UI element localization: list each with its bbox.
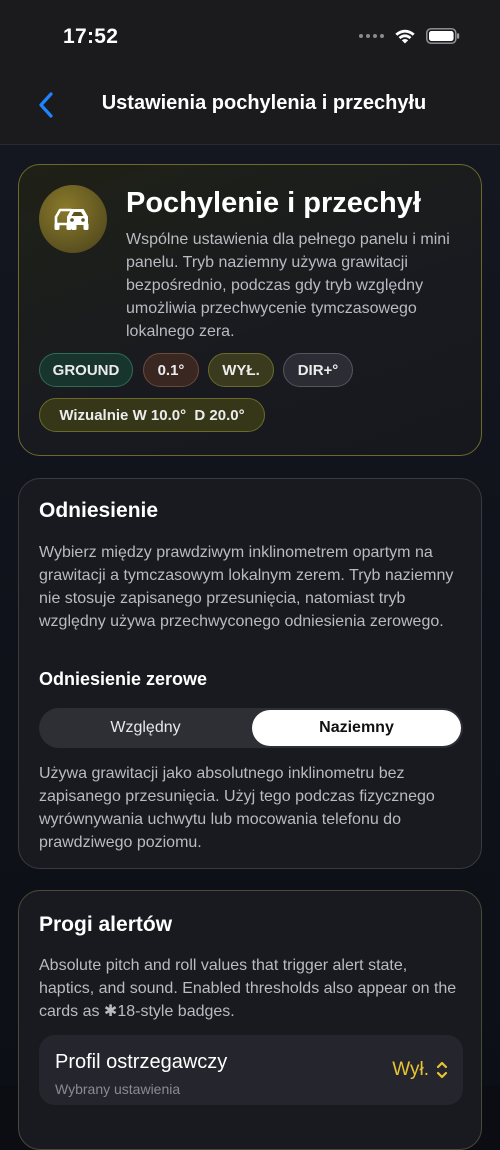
reference-card: Odniesienie Wybierz między prawdziwym in… [18, 478, 482, 869]
battery-icon [426, 28, 460, 44]
alert-profile-label: Profil ostrzegawczy [55, 1051, 228, 1073]
cars-icon [39, 185, 107, 253]
alert-profile-picker[interactable]: Profil ostrzegawczy Wybrany ustawienia W… [39, 1035, 463, 1105]
alert-profile-value[interactable]: Wył. [392, 1059, 429, 1081]
status-time: 17:52 [63, 25, 119, 48]
hero-title: Pochylenie i przechył [126, 187, 421, 219]
page-title: Ustawienia pochylenia i przechyłu [101, 92, 427, 114]
reference-help-text: Używa grawitacji jako absolutnego inklin… [39, 765, 435, 851]
scroll-content[interactable]: Pochylenie i przechył Wspólne ustawienia… [0, 145, 500, 1150]
alerts-description: Absolute pitch and roll values that trig… [39, 957, 457, 1020]
wifi-icon [395, 29, 415, 44]
alert-profile-subtitle: Wybrany ustawienia [55, 1081, 181, 1097]
reference-title: Odniesienie [39, 499, 159, 522]
hero-card: Pochylenie i przechył Wspólne ustawienia… [18, 164, 482, 456]
chevron-up-down-icon [436, 1061, 448, 1079]
signal-dots-icon [359, 34, 384, 38]
navigation-bar: 17:52 Ustawienia pochylenia i przechyłu [0, 0, 500, 145]
ground-badge: GROUND [39, 353, 133, 387]
alert-thresholds-card: Progi alertów Absolute pitch and roll va… [18, 890, 482, 1150]
segment-relative[interactable]: Względny [41, 710, 250, 746]
step-badge: 0.1° [143, 353, 199, 387]
zero-reference-segmented-control: Względny Naziemny [39, 708, 463, 748]
visual-threshold-badge: Wizualnie W 10.0° D 20.0° [39, 398, 265, 432]
direction-badge: DIR+° [283, 353, 353, 387]
hero-description: Wspólne ustawienia dla pełnego panelu i … [126, 231, 450, 340]
zero-reference-label: Odniesienie zerowe [39, 669, 208, 689]
status-icons [359, 28, 460, 44]
segment-ground[interactable]: Naziemny [252, 710, 461, 746]
alert-off-badge: WYŁ. [208, 353, 274, 387]
alerts-title: Progi alertów [39, 913, 173, 936]
reference-description: Wybierz między prawdziwym inklinometrem … [39, 544, 454, 630]
